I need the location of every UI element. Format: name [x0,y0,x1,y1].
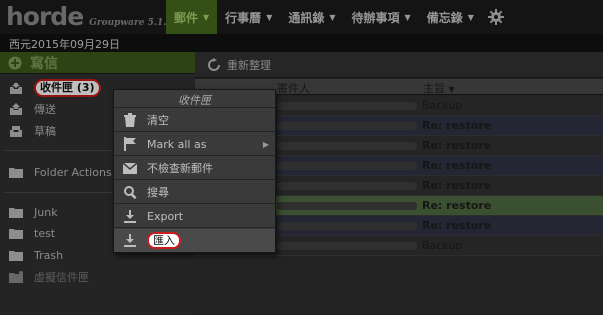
refresh-button[interactable]: 重新整理 [195,52,603,78]
menu-item-empty[interactable]: 清空 [114,109,275,132]
message-subject: Re: restore [422,179,492,192]
sent-icon [8,102,24,116]
menu-item-import[interactable]: 匯入 [114,229,275,252]
sender-redacted [277,182,417,190]
nav-address-book-label: 通訊錄 [288,10,325,25]
logo-version: Groupware 5.1.1 [89,18,173,28]
trash-icon [123,113,137,127]
folder-add-icon [8,270,24,284]
date-bar: 西元2015年09月29日 [0,34,603,52]
nav-tasks-label: 待辦事項 [351,10,400,25]
sidebar-item-label: Trash [34,248,64,262]
drafts-icon [8,124,24,138]
menu-item-label: Mark all as [147,137,207,151]
message-subject: Backup [422,99,463,112]
sender-redacted [277,162,417,170]
message-subject: Backup [422,239,463,252]
main-nav: 郵件 ▼ 行事曆 ▼ 通訊錄 ▼ 待辦事項 ▼ 備忘錄 ▼ [166,0,510,34]
sender-redacted [277,122,417,130]
chevron-down-icon: ▼ [467,12,474,22]
sidebar-item-label: 草稿 [34,125,56,138]
sidebar-item-virtual-folder[interactable]: 虛擬信件匣 [0,267,195,287]
top-navigation-bar: horde Groupware 5.1.1 郵件 ▼ 行事曆 ▼ 通訊錄 ▼ 待… [0,0,603,34]
column-header-sender[interactable]: 寄件人 [277,80,310,96]
nav-tasks[interactable]: 待辦事項 ▼ [344,0,419,34]
nav-mail[interactable]: 郵件 ▼ [166,0,218,34]
sort-down-icon: ▼ [448,85,455,94]
message-subject: Re: restore [422,219,492,232]
nav-calendar[interactable]: 行事曆 ▼ [217,0,280,34]
logo-text: horde [6,2,84,31]
refresh-icon [208,57,220,71]
context-menu-title: 收件匣 [114,90,275,108]
menu-item-label: 清空 [147,114,169,127]
sidebar-item-label: 虛擬信件匣 [34,271,89,284]
folder-actions-label: Folder Actions [34,165,112,179]
gear-icon [487,9,504,25]
envelope-icon [123,161,137,175]
nav-calendar-label: 行事曆 [225,10,262,25]
folder-context-menu: 收件匣 清空 Mark all as ▶ 不檢查新郵件 搜尋 Export 匯入 [113,89,276,253]
chevron-right-icon: ▶ [262,140,269,149]
message-subject: Re: restore [422,199,492,212]
compose-label: 寫信 [30,55,58,72]
flag-icon [123,137,137,151]
sender-redacted [277,102,417,110]
sender-redacted [277,222,417,230]
inbox-icon [8,81,24,95]
nav-mail-label: 郵件 [174,10,199,25]
refresh-label: 重新整理 [227,58,271,72]
message-subject: Re: restore [422,119,492,132]
sender-redacted [277,242,417,250]
sender-redacted [277,202,417,210]
folder-icon [8,165,24,179]
chevron-down-icon: ▼ [203,12,210,22]
column-header-subject[interactable]: 主旨 ▼ [423,80,455,96]
column-header-subject-label: 主旨 [423,82,445,95]
menu-item-export[interactable]: Export [114,205,275,228]
horde-logo[interactable]: horde Groupware 5.1.1 [6,2,173,32]
compose-button[interactable]: 寫信 [0,52,195,74]
nav-notes[interactable]: 備忘錄 ▼ [419,0,482,34]
plus-circle-icon [8,56,22,69]
chevron-down-icon: ▼ [404,12,411,22]
sidebar-item-label: 傳送 [34,103,56,116]
sender-redacted [277,142,417,150]
folder-icon [8,248,24,262]
folder-icon [8,226,24,240]
menu-item-label: Export [147,209,184,223]
nav-address-book[interactable]: 通訊錄 ▼ [280,0,343,34]
menu-item-search[interactable]: 搜尋 [114,181,275,204]
message-subject: Re: restore [422,159,492,172]
search-icon [123,185,137,199]
menu-item-no-poll[interactable]: 不檢查新郵件 [114,157,275,180]
menu-item-label: 匯入 [147,232,181,249]
menu-item-label: 搜尋 [147,186,169,199]
sidebar-item-label: Junk [34,205,58,219]
chevron-down-icon: ▼ [266,12,273,22]
nav-notes-label: 備忘錄 [426,10,463,25]
sidebar-item-label: 收件匣 (3) [34,79,101,97]
menu-item-mark-all-as[interactable]: Mark all as ▶ [114,133,275,156]
chevron-down-icon: ▼ [329,12,336,22]
folder-icon [8,205,24,219]
import-icon [123,234,137,248]
download-icon [123,209,137,223]
menu-item-label: 不檢查新郵件 [147,162,213,175]
message-subject: Re: restore [422,139,492,152]
sidebar-item-label: test [34,226,56,240]
settings-button[interactable] [482,0,510,34]
